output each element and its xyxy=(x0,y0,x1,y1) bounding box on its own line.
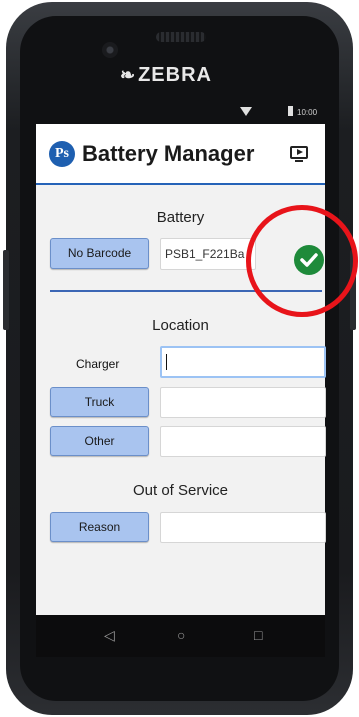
brand-name: ZEBRA xyxy=(138,64,212,86)
text-caret xyxy=(166,354,167,370)
other-button[interactable]: Other xyxy=(50,426,149,456)
speaker-grille xyxy=(156,32,206,42)
status-time: 10:00 xyxy=(297,108,318,117)
app-bar: Ps Battery Manager xyxy=(36,124,325,185)
zebra-head-icon: ❧ xyxy=(120,65,137,85)
other-input[interactable] xyxy=(160,426,326,457)
app-title: Battery Manager xyxy=(82,141,255,166)
reason-button[interactable]: Reason xyxy=(50,512,149,542)
out-of-service-section-label: Out of Service xyxy=(132,482,229,499)
highlight-ring xyxy=(246,205,358,317)
side-button-left xyxy=(3,250,9,330)
back-icon[interactable]: ◁ xyxy=(104,627,115,644)
truck-button[interactable]: Truck xyxy=(50,387,149,417)
no-barcode-button[interactable]: No Barcode xyxy=(50,238,149,269)
truck-input[interactable] xyxy=(160,387,326,418)
charger-label: Charger xyxy=(76,357,120,371)
screen-cast-icon[interactable] xyxy=(290,146,308,162)
reason-input[interactable] xyxy=(160,512,326,543)
status-bar: 10:00 xyxy=(36,102,325,124)
nav-bar: ◁ ○ □ xyxy=(36,615,325,657)
wifi-icon xyxy=(240,107,252,116)
app-logo-icon: Ps xyxy=(49,141,75,167)
battery-barcode-field[interactable]: PSB1_F221Ba xyxy=(160,238,256,270)
camera-lens xyxy=(102,42,118,58)
brand-logo: ❧ ZEBRA xyxy=(120,64,212,87)
home-icon[interactable]: ○ xyxy=(177,627,185,643)
app-screen: Ps Battery Manager Battery No Barcode PS… xyxy=(36,124,326,615)
charger-input[interactable] xyxy=(160,346,326,378)
battery-icon xyxy=(288,106,293,116)
recents-icon[interactable]: □ xyxy=(254,627,262,643)
location-section-label: Location xyxy=(152,317,209,334)
